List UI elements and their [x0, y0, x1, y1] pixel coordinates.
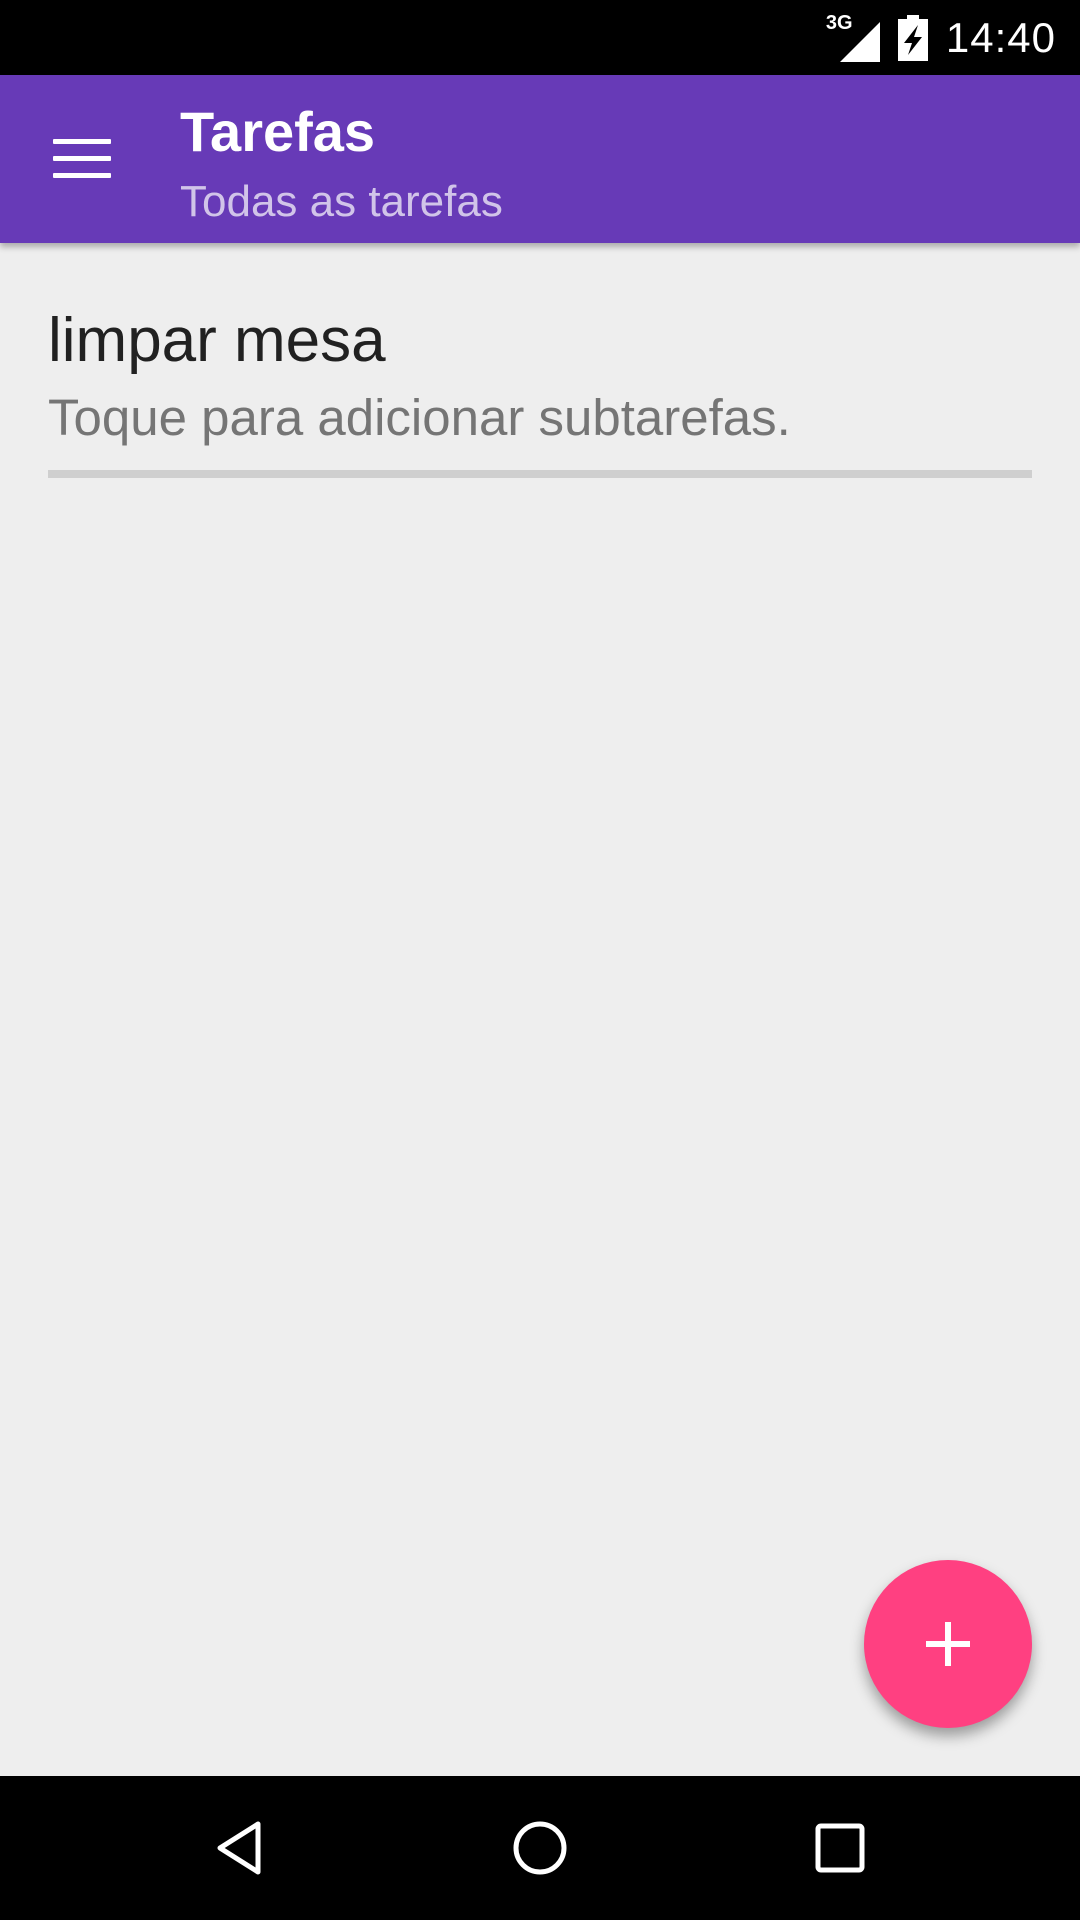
signal-icon: 3G: [826, 12, 880, 62]
task-hint: Toque para adicionar subtarefas.: [48, 389, 791, 446]
back-icon: [217, 1821, 261, 1875]
navigation-bar: [0, 1776, 1080, 1920]
recents-button[interactable]: [790, 1798, 890, 1898]
task-item[interactable]: limpar mesa Toque para adicionar subtare…: [48, 243, 1032, 479]
battery-charging-icon: [897, 14, 928, 61]
clock: 14:40: [945, 13, 1056, 61]
status-bar: 3G 14:40: [0, 0, 1080, 75]
home-icon: [513, 1821, 567, 1875]
add-task-button[interactable]: [864, 1560, 1032, 1728]
back-button[interactable]: [190, 1798, 290, 1898]
task-title: limpar mesa: [48, 306, 386, 375]
status-icons: 3G 14:40: [826, 0, 1056, 75]
page-title: Tarefas: [180, 100, 376, 163]
page-subtitle: Todas as tarefas: [180, 177, 503, 226]
menu-icon: [53, 139, 111, 179]
app-bar: Tarefas Todas as tarefas: [0, 75, 1080, 243]
task-divider: [48, 470, 1032, 478]
menu-button[interactable]: [40, 123, 124, 195]
home-button[interactable]: [490, 1798, 590, 1898]
recents-icon: [815, 1823, 865, 1873]
plus-icon: [926, 1622, 970, 1666]
